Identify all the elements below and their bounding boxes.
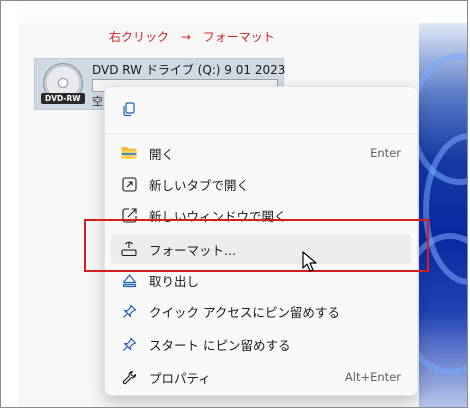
drive-free-space-label: 空 (92, 95, 103, 108)
new-tab-icon (121, 176, 137, 192)
screenshot-frame: 右クリック → フォーマット DVD-RW DVD RW ドライブ (Q:) 9… (0, 0, 468, 408)
menu-item-pin-start[interactable]: スタート にピン留めする (111, 329, 411, 359)
menu-item-properties-shortcut: Alt+Enter (344, 370, 401, 384)
format-drive-icon (121, 241, 137, 257)
annotation-step-format: フォーマット (202, 30, 275, 44)
menu-item-open-new-tab[interactable]: 新しいタブで開く (111, 169, 411, 199)
menu-item-open-shortcut: Enter (370, 146, 401, 160)
pin-icon (121, 303, 137, 319)
menu-item-pin-start-label: スタート にピン留めする (149, 337, 291, 353)
instruction-annotation: 右クリック → フォーマット (109, 28, 283, 45)
context-menu-toolbar (105, 87, 417, 133)
menu-item-eject-label: 取り出し (149, 273, 200, 289)
copy-icon (123, 102, 135, 117)
menu-item-format-label: フォーマット... (149, 242, 236, 258)
eject-icon (121, 272, 137, 288)
desktop-wallpaper (419, 23, 467, 407)
menu-item-pin-quick-access[interactable]: クイック アクセスにピン留めする (111, 296, 411, 326)
menu-item-open-label: 開く (149, 146, 175, 162)
annotation-step-right-click: 右クリック (109, 30, 170, 44)
menu-item-pin-quick-access-label: クイック アクセスにピン留めする (149, 304, 340, 320)
menu-item-open-new-window-label: 新しいウィンドウで開く (149, 208, 287, 224)
context-menu: 開く Enter 新しいタブで開く 新しいウィンドウで開く フォーマット... … (104, 86, 418, 396)
annotation-arrow: → (180, 30, 191, 44)
new-window-icon (121, 207, 137, 223)
menu-item-open[interactable]: 開く Enter (111, 138, 411, 168)
pin-icon (121, 336, 137, 352)
copy-button[interactable] (117, 97, 141, 121)
explorer-top-strip (19, 1, 467, 23)
menu-item-eject[interactable]: 取り出し (111, 265, 411, 295)
folder-icon (121, 145, 137, 161)
menu-item-open-new-tab-label: 新しいタブで開く (149, 177, 250, 193)
menu-item-properties-label: プロパティ (149, 370, 211, 386)
menu-item-open-new-window[interactable]: 新しいウィンドウで開く (111, 200, 411, 230)
wrench-icon (121, 369, 137, 385)
context-menu-separator (105, 133, 417, 134)
dvd-rw-badge: DVD-RW (41, 93, 85, 104)
menu-item-properties[interactable]: プロパティ Alt+Enter (111, 362, 411, 392)
menu-item-format[interactable]: フォーマット... (111, 234, 411, 264)
drive-name-label: DVD RW ドライブ (Q:) 9 01 2023 (92, 63, 286, 77)
mouse-pointer-icon (302, 251, 317, 272)
